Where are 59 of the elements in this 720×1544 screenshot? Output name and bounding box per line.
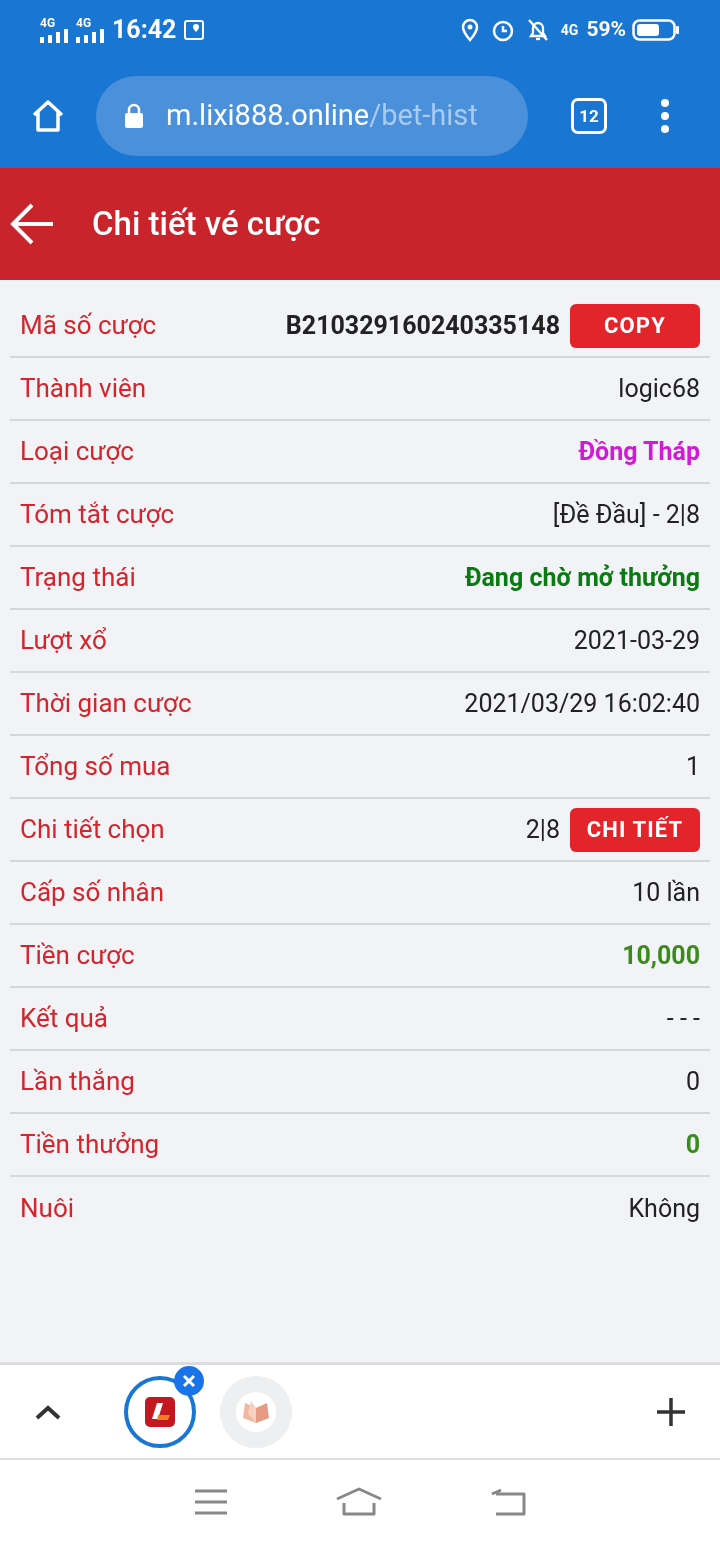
location-icon [460, 18, 479, 42]
field-label: Tổng số mua [20, 750, 171, 783]
clock-time: 16:42 [112, 14, 177, 47]
close-icon[interactable] [174, 1365, 204, 1396]
field-label: Tiền thưởng [20, 1128, 160, 1161]
field-value: 0 [685, 1065, 700, 1098]
field-label: Chi tiết chọn [20, 813, 165, 846]
field-value: 2021-03-29 [573, 624, 700, 657]
field-label: Trạng thái [20, 561, 136, 594]
field-value: 1 [685, 750, 700, 783]
field-value: logic68 [618, 372, 700, 405]
tab-count-button[interactable]: 12 [571, 98, 607, 134]
field-value: Đang chờ mở thưởng [464, 561, 700, 594]
field-label: Nuôi [20, 1192, 75, 1225]
muted-bell-icon [526, 18, 549, 42]
field-label: Kết quả [20, 1002, 108, 1035]
signal-icon [40, 29, 70, 43]
book-icon [241, 1399, 271, 1424]
field-value: 0 [685, 1128, 700, 1161]
menu-icon[interactable] [193, 1489, 228, 1515]
battery-icon [632, 19, 680, 41]
field-value: 2021/03/29 16:02:40 [464, 687, 700, 720]
address-bar[interactable]: m.lixi888.online/bet-hist [96, 76, 528, 156]
field-label: Tóm tắt cược [20, 498, 175, 531]
field-value: B210329160240335148 [285, 309, 560, 342]
home-icon[interactable] [30, 98, 66, 134]
field-label: Tiền cược [20, 939, 135, 972]
signal-icon [76, 29, 106, 43]
action-button[interactable]: CHI TIẾT [570, 807, 700, 852]
field-label: Loại cược [20, 435, 134, 468]
home-icon[interactable] [335, 1487, 383, 1517]
field-label: Mã số cược [20, 309, 157, 342]
battery-percent: 59% [586, 16, 626, 44]
back-icon[interactable] [490, 1488, 527, 1516]
field-value: Không [628, 1192, 700, 1225]
field-label: Thành viên [20, 372, 147, 405]
field-label: Lượt xổ [20, 624, 107, 657]
field-value: 2|8 [525, 813, 560, 846]
lock-icon [124, 103, 144, 129]
action-button[interactable]: COPY [570, 303, 700, 348]
page-title: Chi tiết vé cược [92, 203, 321, 246]
add-icon[interactable] [656, 1396, 686, 1427]
back-arrow-icon[interactable] [10, 201, 56, 247]
signal-label: 4G [40, 17, 56, 29]
alarm-icon [490, 18, 515, 42]
field-value: - - - [666, 1002, 700, 1035]
chevron-up-icon[interactable] [34, 1403, 62, 1420]
field-label: Thời gian cược [20, 687, 192, 720]
network-label: 4G [560, 20, 579, 40]
field-value: 10,000 [622, 939, 700, 972]
field-label: Lần thắng [20, 1065, 135, 1098]
field-value: [Đề Đầu] - 2|8 [552, 498, 700, 531]
field-value: 10 lần [632, 876, 700, 909]
signal-label: 4G [76, 17, 92, 29]
field-label: Cấp số nhân [20, 876, 164, 909]
map-icon [184, 20, 205, 40]
url-text: m.lixi888.online/bet-hist [166, 97, 478, 135]
field-value: Đồng Tháp [578, 435, 700, 468]
app-logo-icon [145, 1396, 175, 1427]
